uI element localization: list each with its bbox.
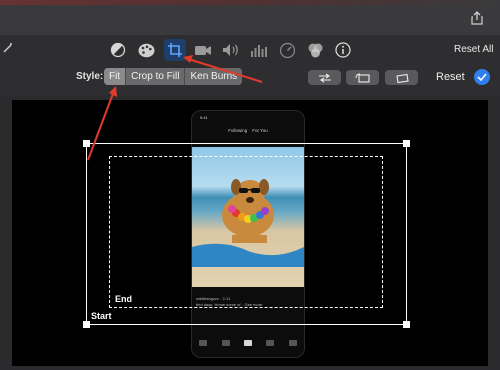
crop-style-selector: Fit Crop to Fill Ken Burns: [104, 68, 243, 85]
preview-viewer: 9:41 Following For You wildthangzzz · 2-…: [12, 100, 488, 366]
crop-handle-top-right[interactable]: [403, 140, 410, 147]
fit-button[interactable]: Fit: [104, 68, 127, 85]
nav-inbox-icon: [266, 340, 275, 346]
style-label: Style:: [76, 71, 104, 82]
crop-to-fill-button[interactable]: Crop to Fill: [126, 68, 186, 85]
end-label: End: [115, 294, 132, 304]
speed-icon[interactable]: [276, 39, 298, 61]
magic-wand-icon[interactable]: [2, 41, 14, 59]
color-balance-icon[interactable]: [107, 39, 129, 61]
rotate-right-button[interactable]: [385, 70, 418, 85]
phone-tab-for-you: For You: [252, 128, 268, 133]
adjustment-toolbar: Reset All Style: Fit Crop to Fill Ken Bu…: [0, 35, 500, 95]
phone-bottom-nav: [192, 333, 304, 353]
nav-profile-icon: [288, 340, 297, 346]
rotate-right-icon: [395, 73, 409, 83]
rotate-left-button[interactable]: [346, 70, 379, 85]
nav-create-icon: [243, 340, 252, 346]
phone-status-time: 9:41: [200, 115, 208, 120]
reset-button[interactable]: Reset: [436, 71, 465, 83]
swap-start-end-button[interactable]: [308, 70, 341, 85]
ken-burns-button[interactable]: Ken Burns: [185, 68, 243, 85]
noise-reduction-icon[interactable]: [304, 39, 326, 61]
apply-checkmark-button[interactable]: [474, 69, 490, 85]
nav-discover-icon: [221, 340, 230, 346]
swap-arrows-icon: [318, 73, 331, 82]
crop-handle-bottom-right[interactable]: [403, 321, 410, 328]
color-palette-icon[interactable]: [135, 39, 157, 61]
window-top-bar: [0, 0, 500, 36]
end-crop-frame[interactable]: End: [109, 156, 383, 308]
rotate-left-icon: [355, 73, 370, 83]
volume-icon[interactable]: [220, 39, 242, 61]
crop-handle-bottom-left[interactable]: [83, 321, 90, 328]
info-icon[interactable]: [332, 39, 354, 61]
start-label: Start: [91, 311, 112, 321]
phone-tab-following: Following: [228, 128, 248, 133]
phone-feed-tabs: Following For You: [192, 128, 304, 133]
crop-icon[interactable]: [164, 39, 186, 61]
crop-handle-top-left[interactable]: [83, 140, 90, 147]
share-icon[interactable]: [468, 9, 486, 27]
nav-home-icon: [199, 340, 208, 346]
equalizer-icon[interactable]: [248, 39, 270, 61]
stabilization-camera-icon[interactable]: [192, 39, 214, 61]
reset-all-button[interactable]: Reset All: [454, 44, 493, 55]
checkmark-icon: [477, 73, 487, 81]
